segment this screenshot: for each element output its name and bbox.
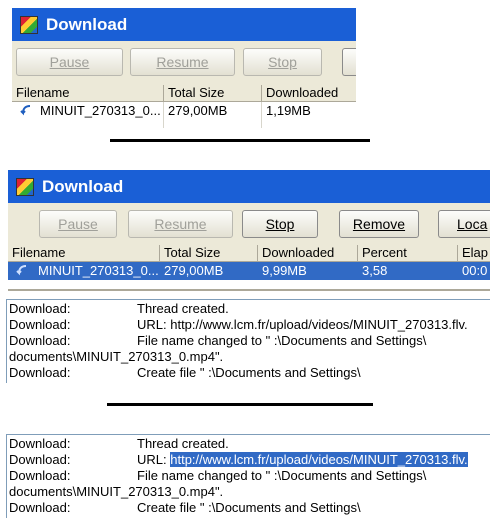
log-message: URL: http://www.lcm.fr/upload/videos/MIN… bbox=[137, 317, 468, 332]
log-url-prefix: URL: bbox=[137, 452, 171, 467]
window-title: Download bbox=[42, 176, 124, 196]
stop-button[interactable]: Stop bbox=[242, 210, 318, 238]
log-source: Download: bbox=[9, 333, 71, 348]
log-url-selected[interactable]: http://www.lcm.fr/upload/videos/MINUIT_2… bbox=[170, 452, 468, 467]
log-message: URL: http://www.lcm.fr/upload/videos/MIN… bbox=[137, 452, 468, 468]
log-source: Download: bbox=[9, 301, 71, 316]
log-source: Download: bbox=[9, 317, 71, 332]
column-total-size[interactable]: Total Size bbox=[160, 245, 258, 261]
log-source: Download: bbox=[9, 452, 71, 467]
row-percent: 3,58 bbox=[362, 263, 388, 278]
column-filename[interactable]: Filename bbox=[12, 85, 164, 101]
pause-button-label: Pause bbox=[58, 216, 98, 232]
separator-line bbox=[107, 403, 373, 406]
log-line: Download: bbox=[9, 301, 70, 317]
log-message: documents\MINUIT_270313_0.mp4". bbox=[9, 484, 224, 499]
window-title: Download bbox=[46, 14, 128, 34]
column-total-size[interactable]: Total Size bbox=[164, 85, 262, 101]
list-header: Filename Total Size Downloaded bbox=[12, 85, 356, 102]
log-panel[interactable]: Download: Thread created. Download: URL:… bbox=[6, 299, 490, 383]
download-arrow-icon bbox=[16, 265, 27, 276]
download-row-selected[interactable]: MINUIT_270313_0... 279,00MB 9,99MB 3,58 … bbox=[8, 262, 490, 280]
remove-button[interactable]: Remove bbox=[339, 210, 419, 238]
stop-button[interactable]: Stop bbox=[243, 48, 322, 76]
pause-button[interactable]: Pause bbox=[16, 48, 123, 76]
log-message: File name changed to " :\Documents and S… bbox=[137, 333, 427, 348]
row-total-size: 279,00MB bbox=[168, 103, 228, 118]
log-source: Download: bbox=[9, 365, 71, 380]
log-message: Thread created. bbox=[137, 301, 229, 316]
log-source: Download: bbox=[9, 468, 71, 483]
log-message: Create file " :\Documents and Settings\ bbox=[137, 500, 361, 515]
column-downloaded[interactable]: Downloaded bbox=[258, 245, 358, 261]
locate-button-label: Loca bbox=[457, 216, 488, 232]
list-header: Filename Total Size Downloaded Percent E… bbox=[8, 245, 490, 262]
list-divider bbox=[163, 102, 164, 128]
separator-line bbox=[110, 139, 370, 142]
row-downloaded: 1,19MB bbox=[266, 103, 311, 118]
stop-button-label: Stop bbox=[265, 216, 295, 232]
row-elapsed: 00:0 bbox=[462, 263, 488, 278]
resume-button[interactable]: Resume bbox=[128, 210, 233, 238]
log-panel[interactable]: Download: Thread created. Download: URL:… bbox=[6, 434, 490, 518]
log-message: documents\MINUIT_270313_0.mp4". bbox=[9, 349, 224, 364]
column-filename[interactable]: Filename bbox=[8, 245, 160, 261]
row-filename: MINUIT_270313_0... bbox=[38, 263, 159, 278]
download-row[interactable]: MINUIT_270313_0... 279,00MB 1,19MB bbox=[12, 102, 356, 120]
row-total-size: 279,00MB bbox=[164, 263, 224, 278]
window-titlebar: Download bbox=[8, 170, 490, 203]
log-message: Create file " :\Documents and Settings\ bbox=[137, 365, 361, 380]
log-source: Download: bbox=[9, 500, 71, 515]
list-bottom-border bbox=[8, 289, 490, 291]
log-source: Download: bbox=[9, 436, 71, 451]
log-message: File name changed to " :\Documents and S… bbox=[137, 468, 427, 483]
download-app-icon bbox=[20, 15, 38, 34]
column-percent[interactable]: Percent bbox=[358, 245, 458, 261]
log-message: Thread created. bbox=[137, 436, 229, 451]
window-titlebar: Download bbox=[12, 8, 356, 41]
list-divider bbox=[261, 102, 262, 128]
column-elapsed[interactable]: Elap bbox=[458, 245, 490, 261]
row-downloaded: 9,99MB bbox=[262, 263, 307, 278]
download-arrow-icon bbox=[20, 105, 31, 116]
toolbar-edge bbox=[356, 41, 490, 151]
row-filename: MINUIT_270313_0... bbox=[40, 103, 161, 118]
download-app-icon bbox=[16, 177, 34, 196]
resume-button-label: Resume bbox=[156, 54, 209, 70]
resume-button-label: Resume bbox=[154, 216, 207, 232]
pause-button-label: Pause bbox=[49, 54, 90, 70]
pause-button[interactable]: Pause bbox=[39, 210, 117, 238]
locate-button[interactable]: Loca bbox=[438, 210, 490, 238]
resume-button[interactable]: Resume bbox=[130, 48, 235, 76]
remove-button-label: Remove bbox=[352, 216, 406, 232]
column-downloaded[interactable]: Downloaded bbox=[262, 85, 356, 101]
stop-button-label: Stop bbox=[268, 54, 297, 70]
